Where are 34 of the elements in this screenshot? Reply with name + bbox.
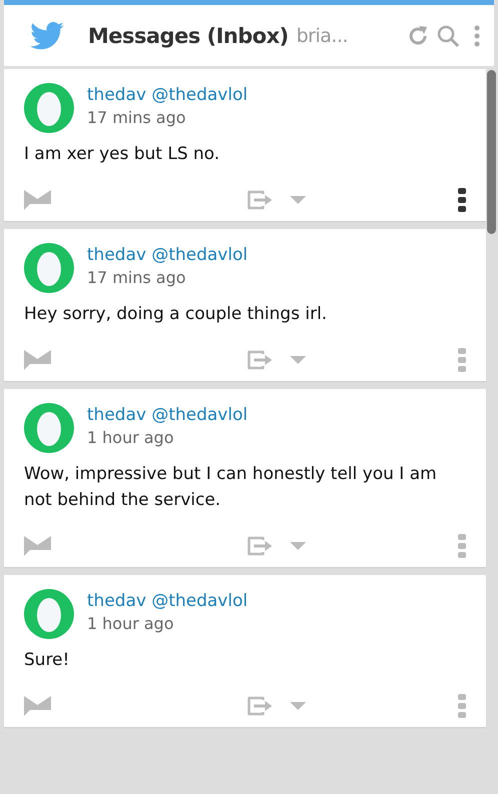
sender-name[interactable]: thedav @thedavlol xyxy=(87,245,248,265)
window-title: Messages (Inbox) xyxy=(88,24,288,48)
more-icon[interactable] xyxy=(458,188,466,212)
envelope-icon[interactable] xyxy=(24,190,51,210)
message-time: 17 mins ago xyxy=(87,108,187,127)
avatar-icon xyxy=(24,589,74,639)
avatar-icon xyxy=(24,83,74,133)
share-icon[interactable] xyxy=(247,536,274,556)
message-time: 1 hour ago xyxy=(87,614,175,633)
message-time: 1 hour ago xyxy=(87,428,175,447)
envelope-icon[interactable] xyxy=(24,696,51,716)
sender-name[interactable]: thedav @thedavlol xyxy=(87,85,248,105)
avatar-icon xyxy=(24,403,74,453)
envelope-icon[interactable] xyxy=(24,350,51,370)
sender-name[interactable]: thedav @thedavlol xyxy=(87,405,248,425)
account-name: bria... xyxy=(296,24,349,46)
share-icon[interactable] xyxy=(247,350,274,370)
avatar-icon xyxy=(24,243,74,293)
caret-icon[interactable] xyxy=(290,356,306,364)
message-text: I am xer yes but LS no. xyxy=(24,143,221,166)
envelope-icon[interactable] xyxy=(24,536,51,556)
message-time: 17 mins ago xyxy=(87,268,187,287)
bird-icon xyxy=(30,22,64,50)
sender-name[interactable]: thedav @thedavlol xyxy=(87,591,248,611)
message-text: Wow, impressive but I can honestly tell you I am not behind the service. xyxy=(24,463,438,512)
share-icon[interactable] xyxy=(247,190,274,210)
share-icon[interactable] xyxy=(247,696,274,716)
caret-icon[interactable] xyxy=(290,196,306,204)
message-text: Hey sorry, doing a couple things irl. xyxy=(24,303,328,326)
search-icon[interactable] xyxy=(436,24,460,48)
scrollbar[interactable] xyxy=(487,70,496,234)
caret-icon[interactable] xyxy=(290,702,306,710)
message-text: Sure! xyxy=(24,649,70,672)
caret-icon[interactable] xyxy=(290,542,306,550)
